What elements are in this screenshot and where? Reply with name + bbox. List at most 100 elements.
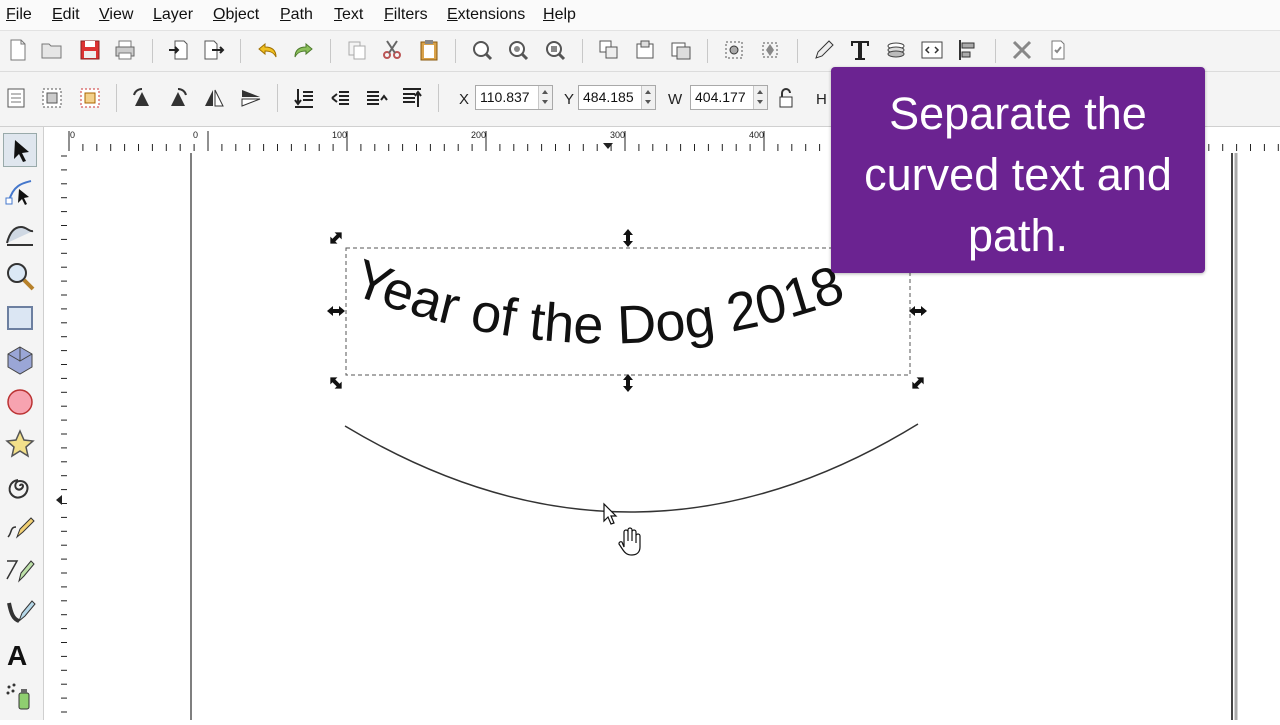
undo-icon[interactable] (256, 38, 280, 62)
tweak-tool-icon[interactable] (3, 217, 37, 251)
cut-icon[interactable] (380, 38, 404, 62)
transform-icon[interactable] (758, 38, 782, 62)
curve-path[interactable] (344, 423, 919, 513)
document-properties-icon[interactable] (1046, 38, 1070, 62)
spiral-tool-icon[interactable] (3, 469, 37, 503)
box-3d-tool-icon[interactable] (3, 343, 37, 377)
group-icon[interactable] (597, 38, 621, 62)
scale-handle-bottom-icon[interactable] (623, 374, 633, 392)
duplicate-icon[interactable] (345, 38, 369, 62)
flip-horizontal-icon[interactable] (202, 86, 226, 110)
pencil-tool-icon[interactable] (3, 511, 37, 545)
deselect-icon[interactable] (78, 86, 102, 110)
menu-view[interactable]: View (99, 6, 133, 24)
star-tool-icon[interactable] (3, 427, 37, 461)
x-label: X (459, 91, 470, 108)
clone-icon[interactable] (669, 38, 693, 62)
w-spinner-arrows-icon[interactable] (753, 86, 767, 109)
y-field[interactable]: 484.185 (578, 85, 656, 110)
vertical-ruler[interactable] (44, 153, 68, 720)
select-all-layers-icon[interactable] (40, 86, 64, 110)
scale-handle-top-icon[interactable] (623, 229, 633, 247)
ruler-label: 0 (193, 130, 198, 140)
menu-edit[interactable]: Edit (52, 6, 80, 24)
spray-tool-icon[interactable] (3, 679, 37, 713)
flip-vertical-icon[interactable] (239, 86, 263, 110)
y-spinner-arrows-icon[interactable] (641, 86, 655, 109)
raise-icon[interactable] (364, 86, 388, 110)
commands-bar (0, 31, 1280, 72)
redo-icon[interactable] (291, 38, 315, 62)
curved-text[interactable]: Year of the Dog 2018 (346, 248, 851, 356)
lock-icon[interactable] (774, 86, 798, 110)
preferences-icon[interactable] (1010, 38, 1034, 62)
lower-to-bottom-icon[interactable] (292, 86, 316, 110)
menu-text[interactable]: Text (334, 6, 363, 24)
separator (438, 84, 439, 112)
scale-handle-right-icon[interactable] (909, 306, 927, 316)
svg-text:A: A (7, 640, 27, 671)
scale-handle-bottom-right-icon[interactable] (909, 374, 927, 392)
x-field[interactable]: 110.837 (475, 85, 553, 110)
toolbox: A (0, 127, 44, 720)
new-document-icon[interactable] (6, 38, 30, 62)
zoom-selection-icon[interactable] (470, 38, 494, 62)
print-icon[interactable] (113, 38, 137, 62)
rotate-cw-icon[interactable] (166, 86, 190, 110)
menu-extensions[interactable]: Extensions (447, 6, 525, 24)
pen-tool-icon[interactable] (3, 553, 37, 587)
export-icon[interactable] (202, 38, 226, 62)
menu-object[interactable]: Object (213, 6, 259, 24)
node-editor-icon[interactable] (722, 38, 746, 62)
x-spinner-arrows-icon[interactable] (538, 86, 552, 109)
separator (797, 39, 798, 63)
import-icon[interactable] (167, 38, 191, 62)
w-label: W (668, 91, 683, 108)
menu-filters[interactable]: Filters (384, 6, 428, 24)
pencil-icon[interactable] (812, 38, 836, 62)
select-all-icon[interactable] (4, 86, 28, 110)
layers-icon[interactable] (884, 38, 908, 62)
open-icon[interactable] (40, 38, 64, 62)
scale-handle-left-icon[interactable] (327, 306, 345, 316)
ungroup-icon[interactable] (633, 38, 657, 62)
ruler-label: 0 (70, 130, 75, 140)
selector-tool-icon[interactable] (3, 133, 37, 167)
calligraphy-tool-icon[interactable] (3, 595, 37, 629)
zoom-drawing-icon[interactable] (506, 38, 530, 62)
zoom-tool-icon[interactable] (3, 259, 37, 293)
ruler-label: 400 (749, 130, 764, 140)
y-label: Y (564, 91, 575, 108)
ellipse-tool-icon[interactable] (3, 385, 37, 419)
menu-layer[interactable]: Layer (153, 6, 193, 24)
xml-editor-icon[interactable] (920, 38, 944, 62)
rotate-ccw-icon[interactable] (130, 86, 154, 110)
text-tool-icon[interactable]: A (3, 637, 37, 671)
paste-icon[interactable] (417, 38, 441, 62)
separator (455, 39, 456, 63)
separator (116, 84, 117, 112)
ruler-label: 300 (610, 130, 625, 140)
separator (240, 39, 241, 63)
scale-handle-bottom-left-icon[interactable] (327, 374, 345, 392)
text-icon[interactable] (848, 38, 872, 62)
zoom-page-icon[interactable] (543, 38, 567, 62)
w-field[interactable]: 404.177 (690, 85, 768, 110)
ruler-label: 100 (332, 130, 347, 140)
rectangle-tool-icon[interactable] (3, 301, 37, 335)
scale-handle-top-left-icon[interactable] (327, 229, 345, 247)
h-label: H (816, 91, 827, 108)
menu-file[interactable]: File (6, 6, 32, 24)
lower-icon[interactable] (328, 86, 352, 110)
x-value: 110.837 (480, 89, 530, 105)
y-value: 484.185 (583, 89, 634, 105)
align-icon[interactable] (956, 38, 980, 62)
save-icon[interactable] (78, 38, 102, 62)
node-tool-icon[interactable] (3, 175, 37, 209)
separator (707, 39, 708, 63)
separator (330, 39, 331, 63)
menu-path[interactable]: Path (280, 6, 313, 24)
menu-help[interactable]: Help (543, 6, 576, 24)
ruler-corner (44, 127, 68, 153)
raise-to-top-icon[interactable] (400, 86, 424, 110)
